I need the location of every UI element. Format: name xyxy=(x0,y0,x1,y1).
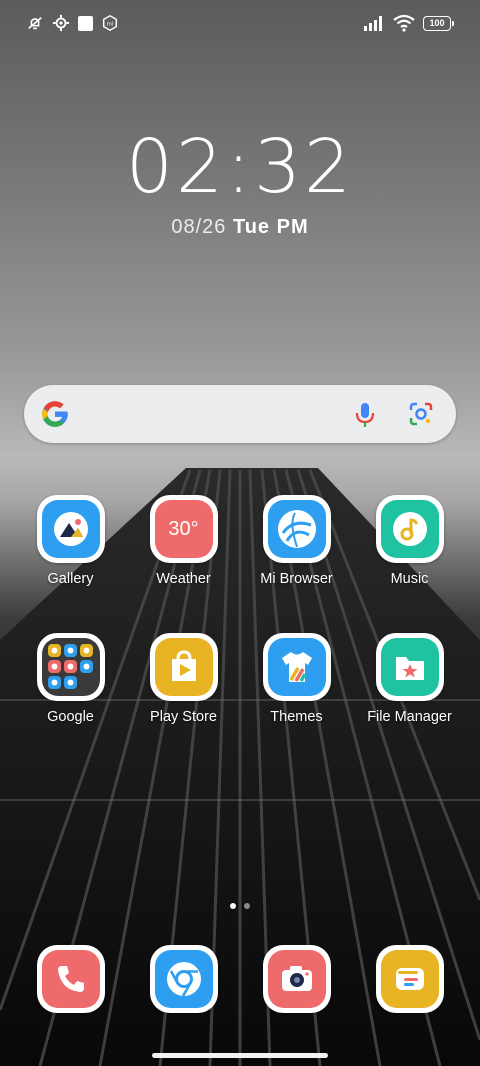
mute-off-icon xyxy=(28,16,42,30)
microphone-icon[interactable] xyxy=(354,401,376,429)
app-google-folder[interactable]: Google xyxy=(14,633,127,725)
play-store-icon xyxy=(154,638,213,696)
app-label: Music xyxy=(390,571,429,587)
app-label: Weather xyxy=(156,571,211,587)
app-music[interactable]: Music xyxy=(353,495,466,587)
music-icon xyxy=(380,500,439,558)
clock-date-row: 08/26 Tue PM xyxy=(0,216,480,239)
camera-icon xyxy=(267,950,326,1008)
phone-icon xyxy=(41,950,100,1008)
app-label: File Manager xyxy=(367,709,452,725)
clock-weekday: Tue xyxy=(232,216,271,238)
battery-level: 100 xyxy=(429,18,445,28)
dock-camera[interactable] xyxy=(240,945,353,1013)
app-label: Gallery xyxy=(47,571,94,587)
dock-phone[interactable] xyxy=(14,945,127,1013)
lock-clock[interactable]: 02:32 08/26 Tue PM xyxy=(0,130,480,239)
signal-icon xyxy=(364,16,382,31)
weather-temp: 30° xyxy=(168,517,199,540)
mi-badge-icon: mi xyxy=(102,14,118,32)
home-indicator-bar[interactable] xyxy=(152,1053,328,1058)
clock-date: 08/26 xyxy=(171,216,227,238)
mi-browser-icon xyxy=(267,500,326,558)
app-file-manager[interactable]: File Manager xyxy=(353,633,466,725)
clock-time: 02:32 xyxy=(125,124,355,210)
messages-icon xyxy=(380,950,439,1008)
weather-icon: 30° xyxy=(154,500,213,558)
wifi-icon xyxy=(393,14,415,32)
app-label: Mi Browser xyxy=(260,571,333,587)
app-play-store[interactable]: Play Store xyxy=(127,633,240,725)
settings-gear-icon xyxy=(52,14,70,32)
battery-icon: 100 xyxy=(423,15,454,31)
clock-ampm: PM xyxy=(276,216,309,238)
app-label: Themes xyxy=(270,709,323,725)
dock-chrome[interactable] xyxy=(127,945,240,1013)
google-folder-icon xyxy=(41,638,100,696)
dock-messages[interactable] xyxy=(353,945,466,1013)
app-gallery[interactable]: Gallery xyxy=(14,495,127,587)
app-label: Google xyxy=(47,709,94,725)
svg-text:mi: mi xyxy=(107,22,114,28)
google-search-bar[interactable] xyxy=(24,385,456,443)
chrome-icon xyxy=(154,950,213,1008)
google-lens-icon[interactable] xyxy=(408,401,434,427)
page-dot xyxy=(244,903,250,909)
gallery-icon xyxy=(41,500,100,558)
file-manager-icon xyxy=(380,638,439,696)
app-weather[interactable]: 30° Weather xyxy=(127,495,240,587)
app-themes[interactable]: Themes xyxy=(240,633,353,725)
status-bar: mi 100 xyxy=(0,12,480,36)
app-label: Play Store xyxy=(150,709,217,725)
google-g-icon xyxy=(42,401,68,427)
page-indicator xyxy=(0,903,480,909)
page-dot-active xyxy=(230,903,236,909)
themes-icon xyxy=(267,638,326,696)
white-square-icon xyxy=(78,15,93,31)
app-mi-browser[interactable]: Mi Browser xyxy=(240,495,353,587)
